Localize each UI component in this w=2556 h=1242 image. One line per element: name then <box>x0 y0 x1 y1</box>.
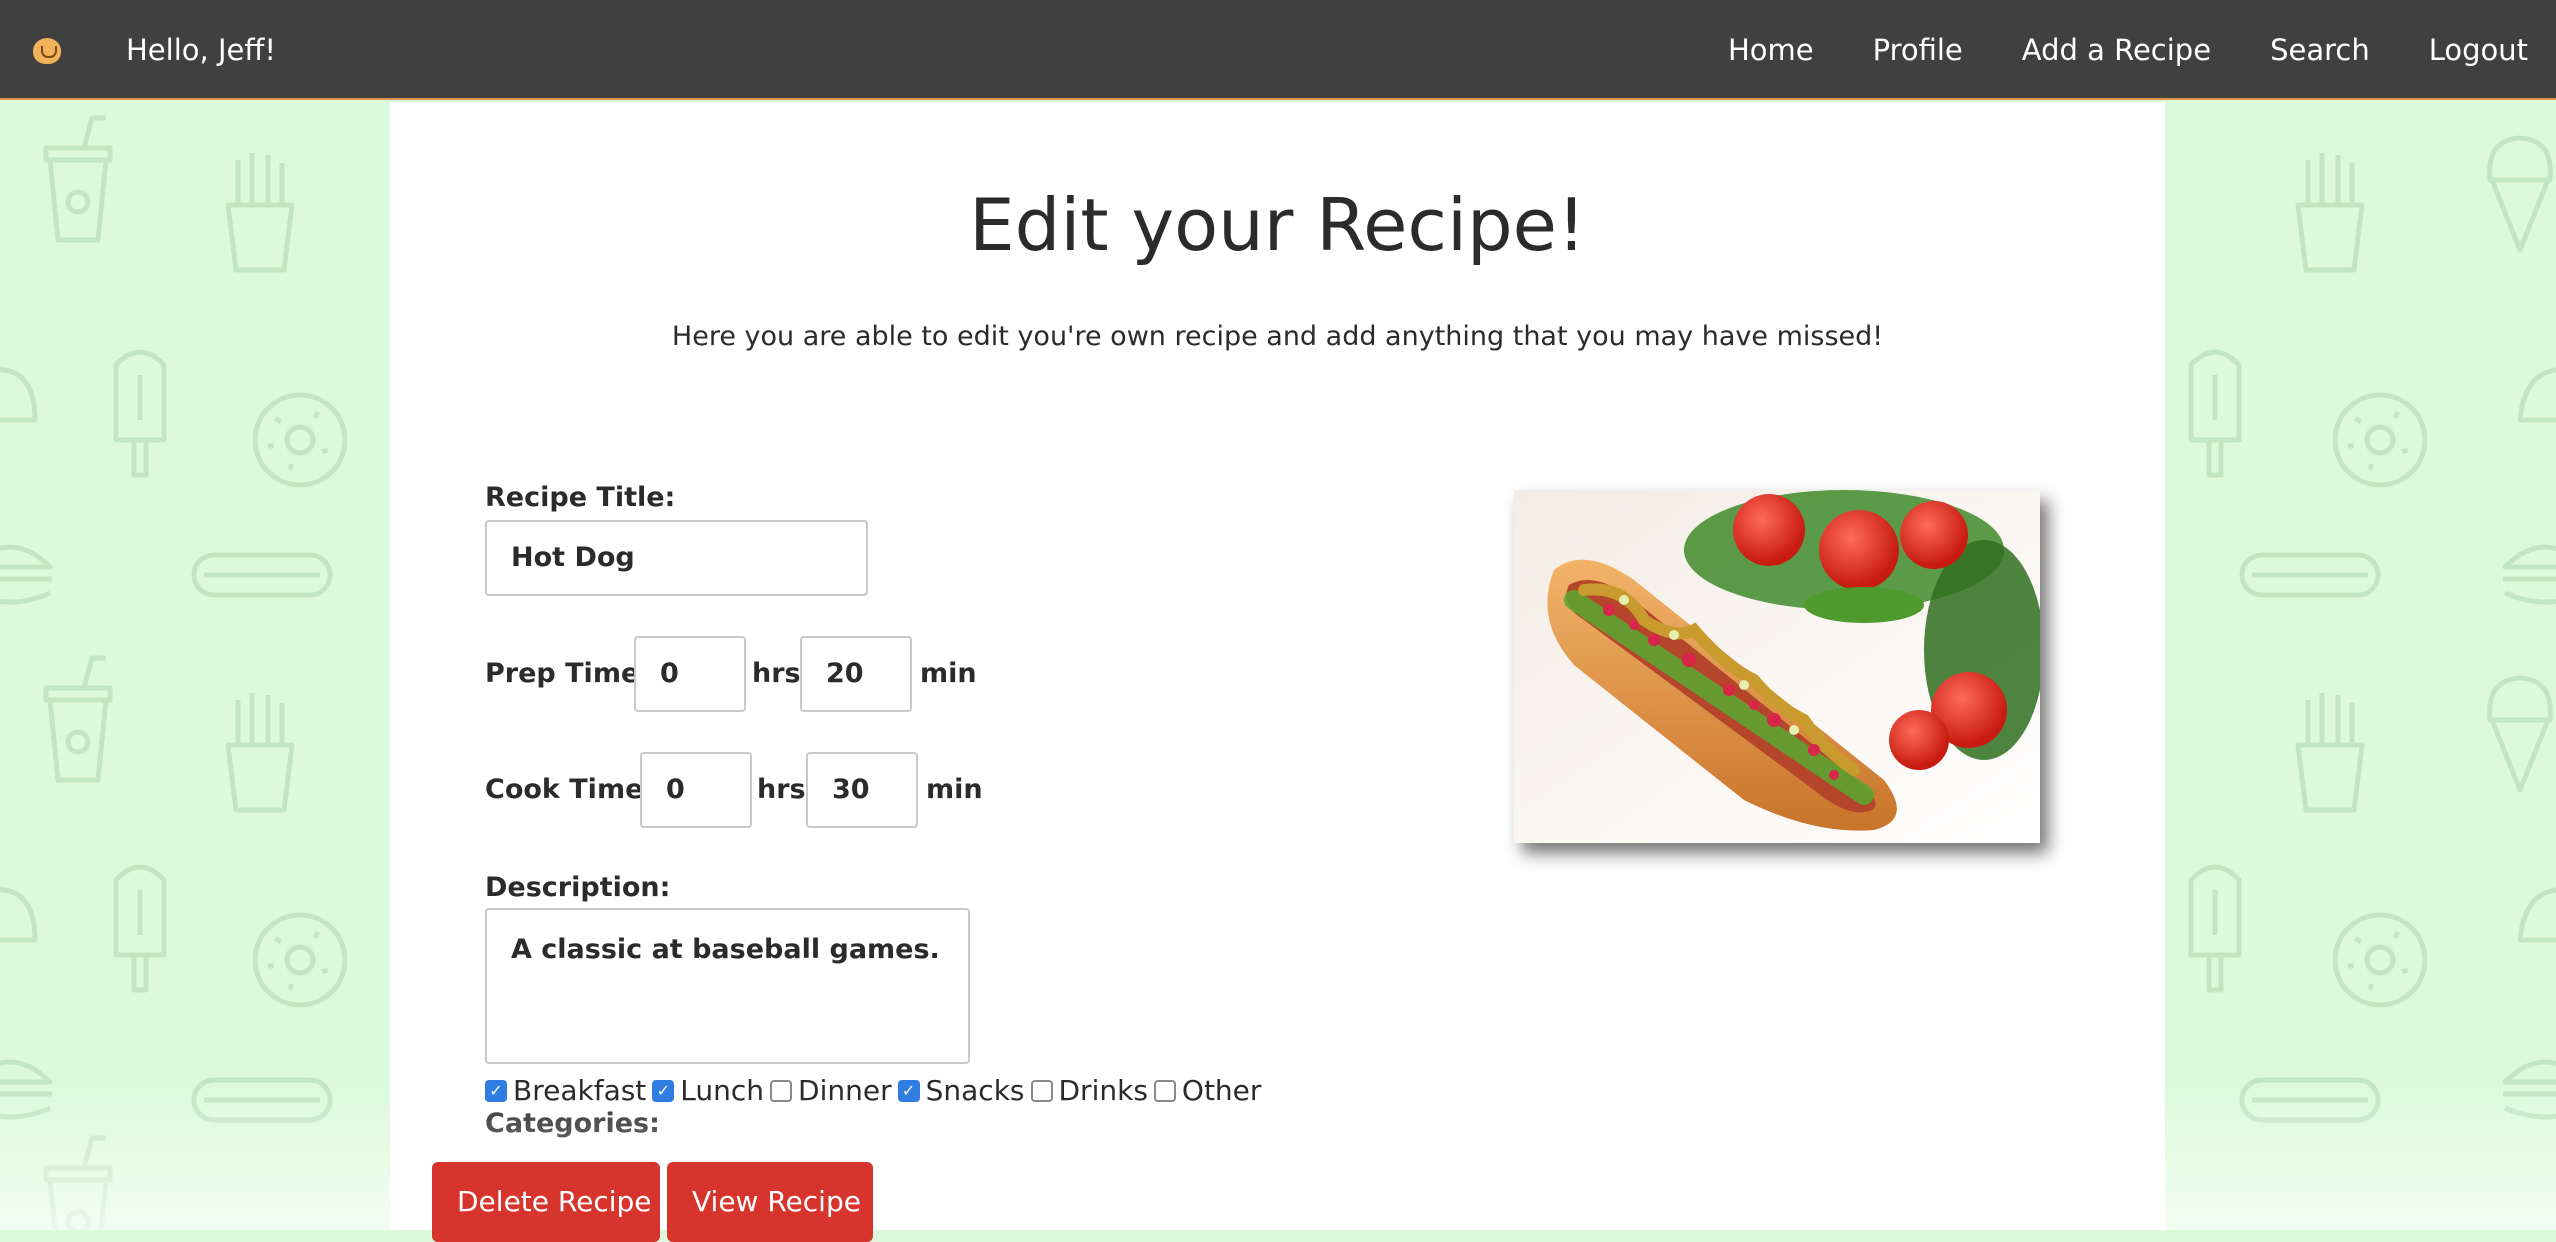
checkbox-drinks[interactable] <box>1030 1079 1053 1102</box>
prep-hours-input[interactable]: 0 <box>634 636 746 712</box>
category-breakfast-label: Breakfast <box>513 1074 647 1107</box>
prep-minutes-input[interactable]: 20 <box>800 636 912 712</box>
checkbox-other[interactable] <box>1153 1079 1176 1102</box>
top-navbar: Hello, Jeff! Home Profile Add a Recipe S… <box>0 0 2556 100</box>
checkbox-dinner[interactable] <box>770 1079 793 1102</box>
page-subtitle: Here you are able to edit you're own rec… <box>671 321 1884 352</box>
category-drinks[interactable]: Drinks <box>1030 1074 1148 1107</box>
prep-time-label: Prep Time: <box>485 658 651 689</box>
nav-link-home[interactable]: Home <box>1728 30 1814 70</box>
cook-hours-input[interactable]: 0 <box>640 752 752 828</box>
cook-hours-unit: hrs <box>757 774 806 805</box>
cook-minutes-input[interactable]: 30 <box>806 752 918 828</box>
recipe-title-label: Recipe Title: <box>485 482 676 513</box>
recipe-title-input[interactable]: Hot Dog <box>485 520 868 596</box>
prep-hours-unit: hrs <box>752 658 801 689</box>
cook-time-label: Cook Time: <box>485 774 655 805</box>
category-snacks-label: Snacks <box>925 1074 1025 1107</box>
nav-link-logout[interactable]: Logout <box>2429 30 2528 70</box>
nav-link-search[interactable]: Search <box>2270 30 2370 70</box>
category-drinks-label: Drinks <box>1058 1074 1148 1107</box>
user-greeting: Hello, Jeff! <box>126 33 276 67</box>
category-other[interactable]: Other <box>1153 1074 1262 1107</box>
recipe-photo <box>1514 490 2040 843</box>
categories-label: Categories: <box>485 1108 660 1139</box>
categories-checkbox-row: ✓ Breakfast ✓ Lunch Dinner ✓ Snacks Drin… <box>485 1074 1267 1107</box>
nav-link-profile[interactable]: Profile <box>1873 30 1963 70</box>
category-lunch[interactable]: ✓ Lunch <box>652 1074 764 1107</box>
delete-recipe-button[interactable]: Delete Recipe <box>432 1162 660 1242</box>
category-dinner-label: Dinner <box>798 1074 892 1107</box>
checkbox-snacks[interactable]: ✓ <box>897 1079 920 1102</box>
nav-link-add-recipe[interactable]: Add a Recipe <box>2022 30 2211 70</box>
category-other-label: Other <box>1181 1074 1262 1107</box>
category-snacks[interactable]: ✓ Snacks <box>897 1074 1025 1107</box>
logo-icon[interactable] <box>33 38 61 64</box>
category-dinner[interactable]: Dinner <box>770 1074 892 1107</box>
view-recipe-button[interactable]: View Recipe <box>667 1162 873 1242</box>
description-textarea[interactable]: A classic at baseball games. <box>485 908 970 1064</box>
prep-minutes-unit: min <box>920 658 977 689</box>
nav-links: Home Profile Add a Recipe Search Logout <box>1728 30 2528 70</box>
description-label: Description: <box>485 872 671 903</box>
cook-minutes-unit: min <box>926 774 983 805</box>
category-lunch-label: Lunch <box>680 1074 765 1107</box>
checkbox-lunch[interactable]: ✓ <box>652 1079 675 1102</box>
checkbox-breakfast[interactable]: ✓ <box>485 1079 507 1102</box>
page-title: Edit your Recipe! <box>969 183 1586 267</box>
category-breakfast[interactable]: ✓ Breakfast <box>485 1074 646 1107</box>
